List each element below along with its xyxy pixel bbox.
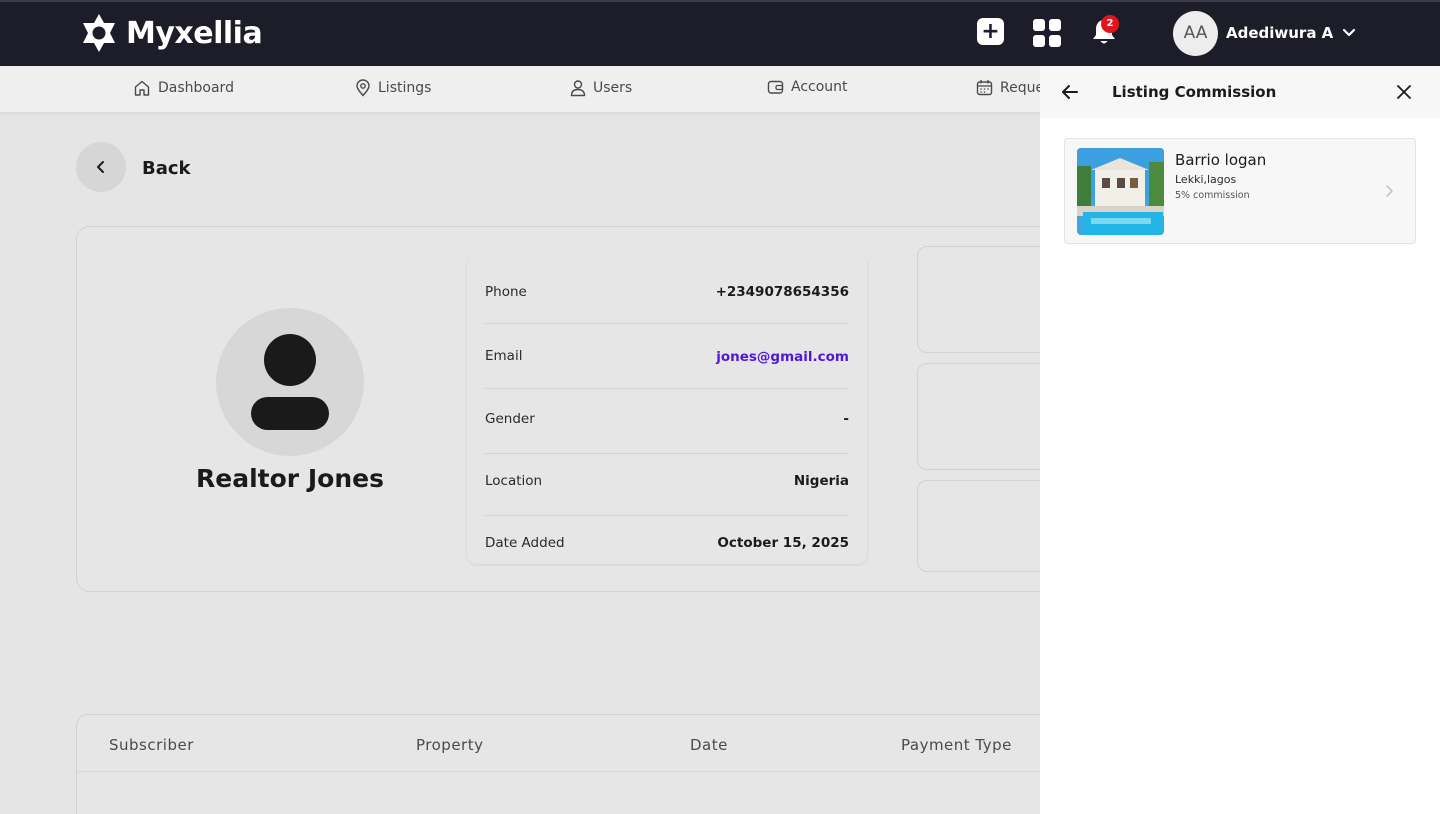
column-header-subscriber[interactable]: Subscriber — [109, 736, 194, 754]
column-header-property[interactable]: Property — [416, 736, 483, 754]
detail-value: Nigeria — [793, 473, 849, 489]
listing-location: Lekki,lagos — [1175, 173, 1237, 186]
avatar-head-shape — [264, 334, 316, 386]
top-bar: Myxellia + 2 AA Adediwura A — [0, 0, 1440, 66]
location-pin-icon — [356, 79, 370, 97]
nav-label: Account — [791, 79, 848, 95]
detail-row-phone: Phone +2349078654356 — [485, 262, 849, 324]
close-icon[interactable] — [1396, 84, 1412, 100]
stat-card — [917, 363, 1057, 470]
detail-label: Date Added — [485, 535, 565, 551]
nav-item-listings[interactable]: Listings — [355, 79, 431, 97]
nav-item-account[interactable]: Account — [767, 79, 848, 95]
back-button[interactable] — [76, 142, 126, 192]
user-icon — [570, 80, 586, 97]
detail-row-date-added: Date Added October 15, 2025 — [485, 516, 849, 578]
detail-row-location: Location Nigeria — [485, 454, 849, 516]
header-divider — [77, 771, 1076, 772]
nav-label: Users — [593, 80, 633, 96]
star-logo-icon — [83, 14, 115, 52]
home-icon — [134, 80, 150, 96]
email-link[interactable]: jones@gmail.com — [716, 349, 849, 365]
detail-value: October 15, 2025 — [717, 535, 849, 551]
nav-item-users[interactable]: Users — [570, 79, 632, 97]
stat-card — [917, 480, 1057, 572]
stat-card — [917, 246, 1057, 353]
chevron-left-icon — [97, 161, 104, 173]
avatar-body-shape — [251, 397, 329, 430]
back-label[interactable]: Back — [142, 158, 191, 179]
detail-label: Location — [485, 473, 543, 489]
listing-name: Barrio logan — [1175, 151, 1267, 169]
brand-name: Myxellia — [126, 15, 263, 51]
panel-title: Listing Commission — [1112, 83, 1277, 101]
nav-item-requests[interactable]: Reque — [976, 79, 1044, 96]
nav-item-dashboard[interactable]: Dashboard — [133, 79, 234, 97]
listing-item[interactable]: Barrio logan Lekki,lagos 5% commission — [1064, 138, 1416, 244]
detail-row-gender: Gender - — [485, 392, 849, 454]
transactions-table — [76, 714, 1076, 814]
user-avatar[interactable]: AA — [1173, 11, 1218, 56]
arrow-left-icon[interactable] — [1060, 82, 1080, 102]
detail-value: +2349078654356 — [715, 284, 849, 300]
notification-badge: 2 — [1101, 15, 1119, 33]
apps-grid-icon[interactable] — [1033, 19, 1061, 47]
nav-label: Dashboard — [158, 80, 234, 96]
brand-logo[interactable]: Myxellia — [78, 12, 263, 54]
detail-label: Phone — [485, 284, 527, 300]
panel-header: Listing Commission — [1040, 66, 1440, 118]
detail-label: Gender — [485, 411, 535, 427]
nav-label: Reque — [1000, 79, 1045, 96]
user-name[interactable]: Adediwura A — [1226, 24, 1333, 42]
detail-row-email: Email jones@gmail.com — [485, 327, 849, 389]
detail-label: Email — [485, 348, 523, 364]
wallet-icon — [767, 80, 784, 94]
chevron-right-icon[interactable] — [1383, 184, 1395, 198]
profile-name: Realtor Jones — [196, 464, 384, 493]
calendar-icon — [976, 80, 993, 96]
detail-value: - — [843, 411, 849, 427]
add-icon[interactable]: + — [977, 18, 1004, 45]
chevron-down-icon[interactable] — [1340, 24, 1358, 42]
column-header-date[interactable]: Date — [690, 736, 728, 754]
listing-commission: 5% commission — [1175, 190, 1250, 201]
nav-label: Listings — [378, 80, 432, 96]
listing-thumbnail — [1077, 148, 1164, 235]
column-header-payment-type[interactable]: Payment Type — [901, 736, 1012, 754]
listing-commission-panel: Listing Commission Barrio logan Lekki,la… — [1040, 66, 1440, 814]
